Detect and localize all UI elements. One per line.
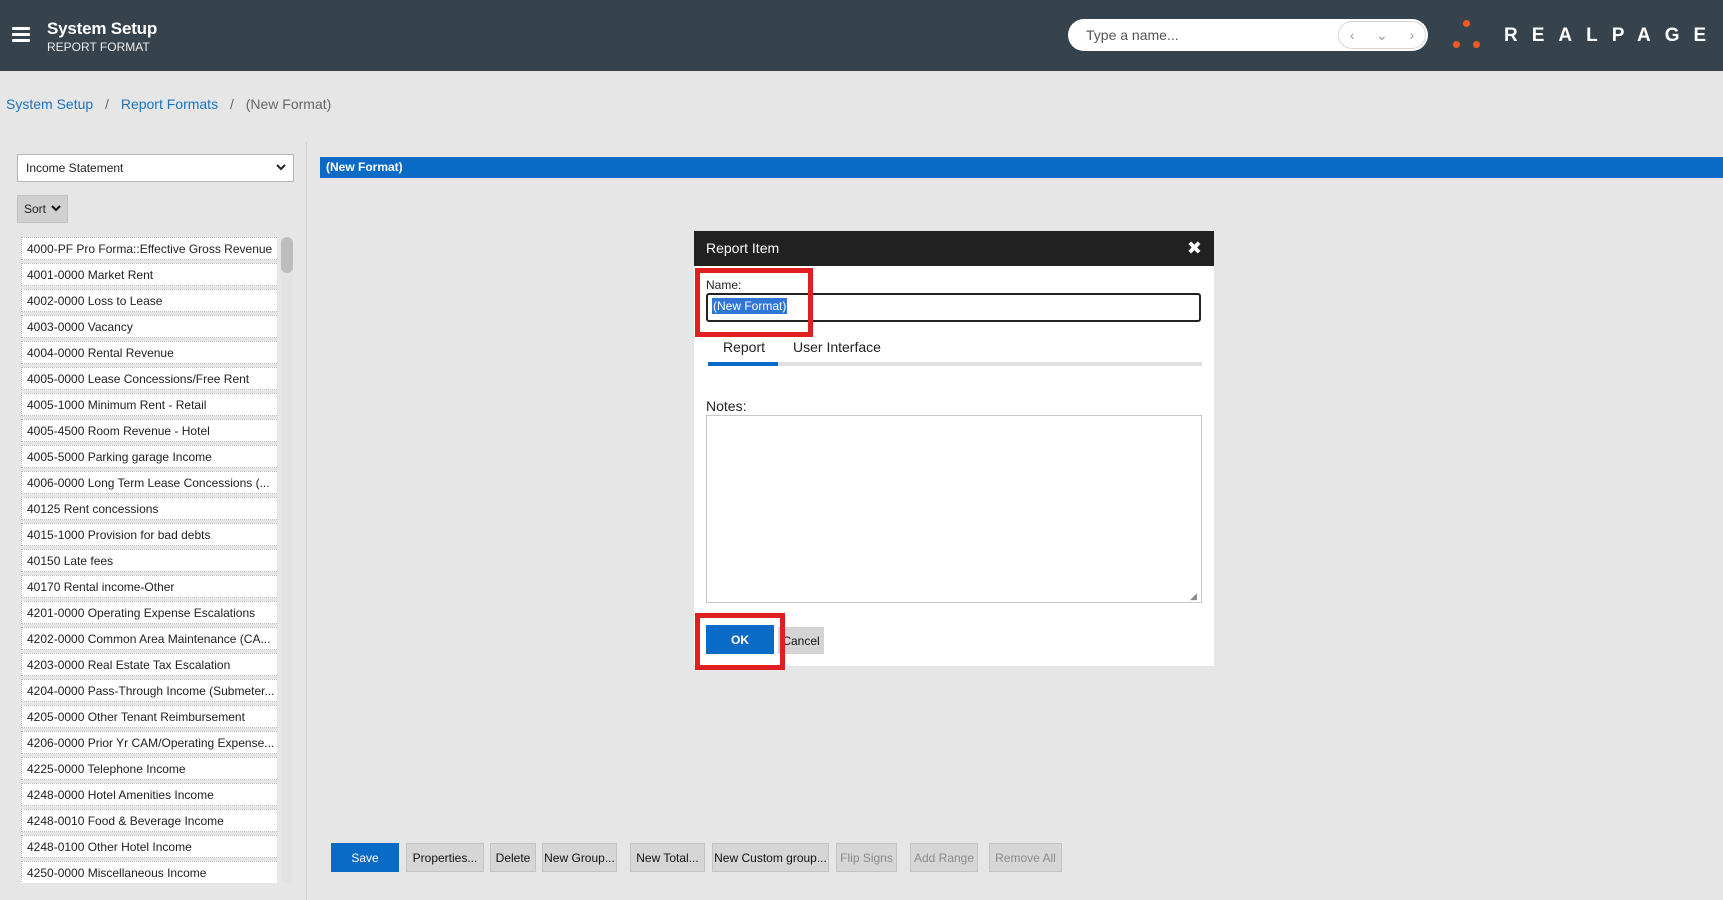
scrollbar-thumb[interactable] [281, 237, 293, 273]
chevron-down-icon[interactable]: ⌄ [1376, 27, 1388, 44]
logo-dots-icon [1448, 20, 1484, 52]
format-type-select[interactable]: Income Statement [17, 154, 294, 182]
search-box: ‹ ⌄ › [1068, 19, 1428, 51]
account-list-item[interactable]: 4202-0000 Common Area Maintenance (CA... [21, 627, 277, 650]
flip-signs-button[interactable]: Flip Signs [836, 843, 897, 872]
dialog-header: Report Item ✖ [694, 231, 1214, 266]
realpage-logo: REALPAGE [1448, 20, 1718, 52]
name-field-highlight [695, 268, 813, 337]
add-range-button[interactable]: Add Range [910, 843, 978, 872]
notes-textarea[interactable] [706, 415, 1202, 603]
app-title: System Setup [47, 19, 158, 38]
save-button[interactable]: Save [331, 843, 399, 872]
close-icon[interactable]: ✖ [1187, 238, 1202, 259]
logo-text: REALPAGE [1504, 25, 1721, 46]
delete-button[interactable]: Delete [490, 843, 536, 872]
account-list-item[interactable]: 4205-0000 Other Tenant Reimbursement [21, 705, 277, 728]
sort-button[interactable]: Sort [17, 195, 68, 223]
breadcrumb-system-setup[interactable]: System Setup [6, 96, 93, 112]
account-list-item[interactable]: 4002-0000 Loss to Lease [21, 289, 277, 312]
account-list-item[interactable]: 4250-0000 Miscellaneous Income [21, 861, 277, 883]
account-list-item[interactable]: 4248-0000 Hotel Amenities Income [21, 783, 277, 806]
account-list-item[interactable]: 4204-0000 Pass-Through Income (Submeter.… [21, 679, 277, 702]
menu-icon[interactable] [12, 27, 30, 42]
top-bar: System Setup REPORT FORMAT ‹ ⌄ › REALPAG… [0, 0, 1723, 71]
dialog-title: Report Item [706, 240, 780, 256]
ok-button-highlight [695, 613, 785, 670]
notes-label: Notes: [706, 398, 747, 414]
account-list-item[interactable]: 4000-PF Pro Forma::Effective Gross Reven… [21, 237, 277, 260]
account-list-item[interactable]: 4248-0100 Other Hotel Income [21, 835, 277, 858]
account-list-scrollbar[interactable] [281, 237, 293, 883]
tab-user-interface[interactable]: User Interface [793, 339, 881, 355]
account-list-item[interactable]: 4005-4500 Room Revenue - Hotel [21, 419, 277, 442]
format-title-bar[interactable]: (New Format) [320, 157, 1723, 178]
chevron-right-icon[interactable]: › [1410, 27, 1415, 43]
format-type-value: Income Statement [26, 161, 124, 175]
account-list-item[interactable]: 4006-0000 Long Term Lease Concessions (.… [21, 471, 277, 494]
resize-handle-icon[interactable]: ◢ [1190, 591, 1197, 602]
chevron-left-icon[interactable]: ‹ [1350, 27, 1355, 43]
remove-all-button[interactable]: Remove All [989, 843, 1062, 872]
account-list-item[interactable]: 4005-5000 Parking garage Income [21, 445, 277, 468]
account-list-item[interactable]: 4001-0000 Market Rent [21, 263, 277, 286]
account-list-item[interactable]: 40150 Late fees [21, 549, 277, 572]
new-total-button[interactable]: New Total... [630, 843, 705, 872]
account-list-item[interactable]: 4003-0000 Vacancy [21, 315, 277, 338]
account-list-item[interactable]: 4225-0000 Telephone Income [21, 757, 277, 780]
breadcrumb: System Setup / Report Formats / (New For… [6, 96, 331, 112]
properties-button[interactable]: Properties... [406, 843, 484, 872]
new-group-button[interactable]: New Group... [542, 843, 617, 872]
chevron-down-icon [50, 202, 62, 216]
breadcrumb-separator: / [105, 96, 109, 112]
tab-report[interactable]: Report [723, 339, 765, 355]
account-list-item[interactable]: 4201-0000 Operating Expense Escalations [21, 601, 277, 624]
breadcrumb-separator: / [229, 96, 234, 112]
sort-label: Sort [24, 202, 47, 216]
breadcrumb-report-formats[interactable]: Report Formats [121, 96, 218, 112]
app-subtitle: REPORT FORMAT [47, 40, 150, 54]
account-list-item[interactable]: 4005-1000 Minimum Rent - Retail [21, 393, 277, 416]
breadcrumb-current: (New Format) [245, 96, 332, 112]
account-list-item[interactable]: 4015-1000 Provision for bad debts [21, 523, 277, 546]
account-list-item[interactable]: 40170 Rental income-Other [21, 575, 277, 598]
tab-indicator-track [708, 362, 1202, 366]
new-custom-group-button[interactable]: New Custom group... [712, 843, 829, 872]
active-tab-indicator [708, 362, 778, 366]
chevron-down-icon [275, 161, 287, 176]
account-list-item[interactable]: 4004-0000 Rental Revenue [21, 341, 277, 364]
account-list-item[interactable]: 4206-0000 Prior Yr CAM/Operating Expense… [21, 731, 277, 754]
search-input[interactable] [1084, 19, 1304, 51]
account-list: 4000-PF Pro Forma::Effective Gross Reven… [17, 237, 277, 883]
search-nav: ‹ ⌄ › [1338, 21, 1426, 49]
account-list-item[interactable]: 4005-0000 Lease Concessions/Free Rent [21, 367, 277, 390]
account-list-item[interactable]: 4203-0000 Real Estate Tax Escalation [21, 653, 277, 676]
account-list-item[interactable]: 4248-0010 Food & Beverage Income [21, 809, 277, 832]
account-list-item[interactable]: 40125 Rent concessions [21, 497, 277, 520]
